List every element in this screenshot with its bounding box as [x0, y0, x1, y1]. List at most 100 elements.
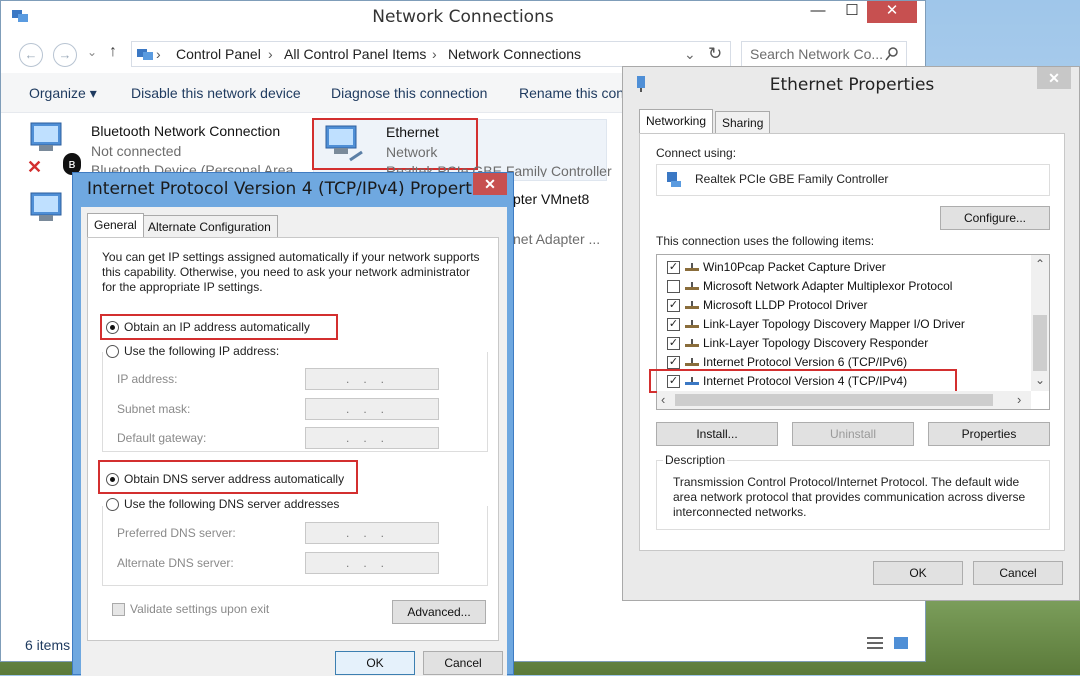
description-text: Transmission Control Protocol/Internet P… [673, 475, 1026, 519]
subnet-mask-field: ... [305, 398, 439, 420]
preferred-dns-field: ... [305, 522, 439, 544]
connection-status: Network [386, 144, 438, 160]
ip-address-group: IP address: ... Subnet mask: ... Default… [102, 352, 488, 452]
minimize-button[interactable]: — [799, 1, 837, 23]
adapter-icon [667, 172, 681, 187]
breadcrumb-network-connections[interactable]: Network Connections [448, 46, 581, 62]
scroll-down-icon[interactable]: ⌄ [1035, 373, 1045, 387]
disconnected-x-icon: ✕ [27, 157, 43, 177]
preferred-dns-label: Preferred DNS server: [117, 526, 236, 540]
item-checkbox[interactable]: ✓ [667, 356, 680, 369]
up-icon[interactable]: ↑ [109, 43, 117, 61]
connect-using-label: Connect using: [656, 146, 737, 160]
connection-name: Bluetooth Network Connection [91, 123, 281, 139]
disable-device-command[interactable]: Disable this network device [131, 85, 301, 101]
ipv4-dialog-close-button[interactable]: ✕ [473, 173, 507, 195]
tab-alternate-configuration[interactable]: Alternate Configuration [141, 215, 278, 237]
network-component-icon [685, 320, 699, 328]
explorer-title: Network Connections [372, 7, 554, 27]
ip-address-label: IP address: [117, 372, 178, 386]
connection-name: pter VMnet8 [513, 191, 590, 207]
horizontal-scrollbar[interactable]: ‹ › [657, 391, 1031, 409]
scroll-right-icon[interactable]: › [1017, 392, 1021, 407]
ethernet-dialog-title: Ethernet Properties [769, 75, 935, 95]
networking-panel: Connect using: Realtek PCIe GBE Family C… [639, 133, 1065, 551]
scrollbar-thumb[interactable] [675, 394, 993, 406]
scroll-up-icon[interactable]: ⌃ [1035, 257, 1045, 271]
organize-menu[interactable]: Organize ▾ [29, 85, 97, 102]
advanced-button[interactable]: Advanced... [392, 600, 486, 624]
radio-label: Obtain an IP address automatically [124, 320, 310, 334]
highlight-box [649, 369, 957, 393]
back-icon[interactable]: ← [19, 43, 43, 67]
scroll-left-icon[interactable]: ‹ [661, 392, 665, 407]
adapter-name: Realtek PCIe GBE Family Controller [695, 172, 889, 186]
connection-item-bluetooth[interactable]: ✕ ʙ Bluetooth Network Connection Not con… [25, 119, 305, 177]
item-checkbox[interactable] [667, 280, 680, 293]
ipv4-cancel-button[interactable]: Cancel [423, 651, 503, 675]
large-icons-view-icon[interactable] [893, 636, 909, 650]
item-count: 6 items [25, 637, 71, 653]
control-panel-icon [137, 49, 153, 60]
item-checkbox[interactable]: ✓ [667, 299, 680, 312]
details-view-icon[interactable] [867, 636, 883, 650]
alternate-dns-label: Alternate DNS server: [117, 556, 234, 570]
breadcrumb-separator-icon: › [268, 46, 273, 62]
ipv4-dialog-title: Internet Protocol Version 4 (TCP/IPv4) P… [87, 179, 496, 199]
forward-icon[interactable]: → [53, 43, 77, 67]
address-box[interactable]: › Control Panel › All Control Panel Item… [131, 41, 731, 67]
items-label: This connection uses the following items… [656, 234, 875, 248]
network-component-icon [685, 282, 699, 290]
ethernet-dialog-close-button[interactable]: ✕ [1037, 67, 1071, 89]
network-adapter-icon [325, 125, 363, 162]
connection-item-vmnet8[interactable]: pter VMnet8 net Adapter ... [513, 187, 613, 247]
tab-sharing[interactable]: Sharing [715, 111, 771, 133]
ethernet-properties-dialog: Ethernet Properties ✕ Networking Sharing… [622, 66, 1080, 601]
close-button[interactable]: ✕ [867, 1, 917, 23]
radio-button[interactable] [106, 321, 119, 334]
connection-status: Not connected [91, 143, 182, 159]
properties-button[interactable]: Properties [928, 422, 1050, 446]
network-adapter-icon [30, 192, 62, 221]
maximize-button[interactable]: ☐ [839, 1, 865, 23]
ethernet-cancel-button[interactable]: Cancel [973, 561, 1063, 585]
search-input[interactable]: Search Network Co... [741, 41, 907, 67]
item-checkbox[interactable]: ✓ [667, 337, 680, 350]
adapter-box: Realtek PCIe GBE Family Controller [656, 164, 1050, 196]
description-group: Description Transmission Control Protoco… [656, 453, 1050, 530]
default-gateway-label: Default gateway: [117, 431, 207, 445]
checkbox-label: Validate settings upon exit [130, 602, 270, 616]
alternate-dns-field: ... [305, 552, 439, 574]
breadcrumb-control-panel[interactable]: Control Panel [176, 46, 261, 62]
address-dropdown-icon[interactable]: ⌄ [684, 46, 696, 63]
ipv4-ok-button[interactable]: OK [335, 651, 415, 675]
tab-general[interactable]: General [87, 213, 144, 237]
refresh-icon[interactable]: ↻ [708, 44, 722, 64]
ip-address-field: ... [305, 368, 439, 390]
configure-button[interactable]: Configure... [940, 206, 1050, 230]
obtain-ip-auto-radio[interactable]: Obtain an IP address automatically [106, 320, 326, 336]
validate-settings-checkbox: Validate settings upon exit [112, 602, 312, 618]
items-list: ✓ Win10Pcap Packet Capture Driver Micros… [649, 254, 1050, 410]
search-icon[interactable] [885, 47, 899, 61]
default-gateway-field: ... [305, 427, 439, 449]
rename-command[interactable]: Rename this conn [519, 85, 632, 101]
item-checkbox[interactable]: ✓ [667, 261, 680, 274]
connection-device: net Adapter ... [513, 231, 601, 247]
breadcrumb-all-items[interactable]: All Control Panel Items [284, 46, 426, 62]
obtain-dns-auto-radio[interactable]: Obtain DNS server address automatically [106, 472, 346, 488]
breadcrumb-separator-icon: › [432, 46, 437, 62]
diagnose-command[interactable]: Diagnose this connection [331, 85, 487, 101]
recent-locations-icon[interactable]: ⌄ [87, 45, 97, 59]
radio-button[interactable] [106, 473, 119, 486]
scrollbar-thumb[interactable] [1033, 315, 1047, 371]
item-checkbox[interactable]: ✓ [667, 318, 680, 331]
intro-text: You can get IP settings assigned automat… [102, 250, 480, 294]
ethernet-ok-button[interactable]: OK [873, 561, 963, 585]
install-button[interactable]: Install... [656, 422, 778, 446]
uninstall-button: Uninstall [792, 422, 914, 446]
network-component-icon [685, 358, 699, 366]
vertical-scrollbar[interactable]: ⌃ ⌄ [1031, 255, 1049, 391]
network-component-icon [685, 339, 699, 347]
tab-networking[interactable]: Networking [639, 109, 714, 133]
